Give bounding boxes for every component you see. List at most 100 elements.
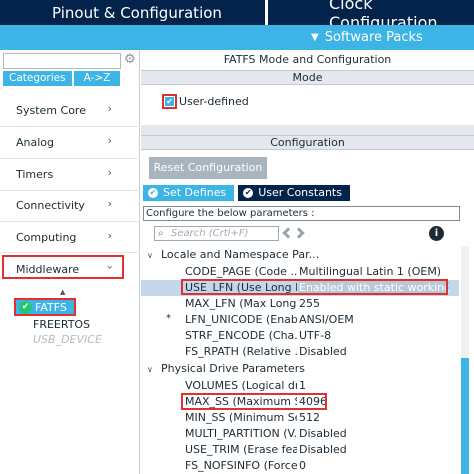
chevron-right-icon: › <box>107 134 112 147</box>
param-value: Multilingual Latin 1 (OEM) <box>299 265 442 278</box>
chevron-right-icon: › <box>107 166 112 179</box>
group-locale-namespace[interactable]: ∨ Locale and Namespace Par... <box>147 248 319 261</box>
use-lfn-highlight <box>181 279 448 295</box>
param-name: FS_RPATH (Relative ... <box>185 345 297 358</box>
search-icon: ⌕ <box>158 228 164 239</box>
chevron-down-icon: ∨ <box>147 251 153 260</box>
sidebar-item-label: Analog <box>16 135 55 149</box>
chevron-right-icon: › <box>107 197 112 210</box>
tab-pinout-label: Pinout & Configuration <box>52 3 222 22</box>
tab-pinout-configuration[interactable]: Pinout & Configuration <box>0 0 265 25</box>
param-value: 0 <box>299 459 306 472</box>
tab-label: Set Defines <box>163 186 227 199</box>
chevron-right-icon: › <box>107 102 112 115</box>
collapse-icon[interactable] <box>293 227 305 239</box>
param-name: LFN_UNICODE (Enabl... <box>185 313 297 326</box>
user-defined-highlight: ✔ <box>162 94 177 109</box>
param-row-use-trim[interactable]: USE_TRIM (Erase feat... Disabled <box>141 442 459 458</box>
param-value: 1 <box>299 379 306 392</box>
param-row-volumes[interactable]: VOLUMES (Logical dri... 1 <box>141 378 459 394</box>
max-ss-highlight <box>181 393 327 410</box>
chevron-down-icon: ▼ <box>311 32 319 43</box>
param-name: CODE_PAGE (Code ... <box>185 265 297 278</box>
configure-instructions: Configure the below parameters : <box>143 206 460 221</box>
param-value: ANSI/OEM <box>299 313 354 326</box>
divider <box>0 252 140 253</box>
param-row-strf-encode[interactable]: STRF_ENCODE (Cha... UTF-8 <box>141 328 459 344</box>
checkmark-icon: ✔ <box>243 188 254 198</box>
category-view-tabs: Categories A->Z <box>3 71 122 86</box>
param-value: Disabled <box>299 427 347 440</box>
sub-bar-left <box>0 25 265 50</box>
sidebar-item-computing[interactable]: Computing › <box>0 225 122 249</box>
sidebar-item-label: System Core <box>16 103 86 117</box>
tab-set-defines[interactable]: ✔ Set Defines <box>143 185 235 201</box>
chevron-down-icon: ∨ <box>147 365 153 374</box>
sidebar-item-system-core[interactable]: System Core › <box>0 98 122 122</box>
configuration-section-header: Configuration <box>141 135 474 150</box>
param-value: Disabled <box>299 443 347 456</box>
param-row-fs-rpath[interactable]: FS_RPATH (Relative ... Disabled <box>141 344 459 360</box>
group-physical-drive[interactable]: ∨ Physical Drive Parameters <box>147 362 305 375</box>
sidebar-item-connectivity[interactable]: Connectivity › <box>0 193 122 217</box>
gear-icon[interactable]: ⚙ <box>124 53 138 67</box>
parameter-search-input[interactable]: ⌕ Search (Crtl+F) <box>154 226 279 241</box>
param-name: MIN_SS (Minimum Sec... <box>185 411 297 424</box>
param-name: USE_TRIM (Erase feat... <box>185 443 297 456</box>
tab-label: User Constants <box>258 186 342 199</box>
mode-section-header: Mode <box>141 70 474 85</box>
divider <box>0 158 140 159</box>
param-row-code-page[interactable]: CODE_PAGE (Code ... Multilingual Latin 1… <box>141 264 459 280</box>
info-icon[interactable]: i <box>429 226 444 241</box>
middleware-item-freertos[interactable]: FREERTOS <box>33 318 90 331</box>
tab-divider <box>265 0 268 25</box>
software-packs-label: Software Packs <box>324 30 423 45</box>
category-search-input[interactable] <box>3 53 121 69</box>
parameter-tree: ∨ Locale and Namespace Par... CODE_PAGE (… <box>141 246 459 474</box>
user-defined-label: User-defined <box>179 95 249 108</box>
panel-title: FATFS Mode and Configuration <box>141 50 474 70</box>
param-value: 255 <box>299 297 320 310</box>
fatfs-config-panel: FATFS Mode and Configuration Mode ✔ User… <box>141 50 474 474</box>
sidebar-item-label: Timers <box>16 167 54 181</box>
tab-categories[interactable]: Categories <box>3 71 72 86</box>
group-label: Physical Drive Parameters <box>161 362 306 375</box>
middleware-item-label: FATFS <box>35 301 67 314</box>
tab-a-to-z[interactable]: A->Z <box>73 71 121 86</box>
param-row-min-ss[interactable]: MIN_SS (Minimum Sec... 512 <box>141 410 459 426</box>
middleware-item-fatfs[interactable]: ✔ FATFS <box>14 298 76 316</box>
divider <box>0 190 140 191</box>
checkmark-icon: ✔ <box>19 301 32 314</box>
param-row-lfn-unicode[interactable]: * LFN_UNICODE (Enabl... ANSI/OEM <box>141 312 459 328</box>
group-label: Locale and Namespace Par... <box>161 248 320 261</box>
software-packs-button[interactable]: ▼ Software Packs <box>265 25 474 50</box>
param-row-fs-nofsinfo[interactable]: FS_NOFSINFO (Force... 0 <box>141 458 459 474</box>
user-defined-checkbox[interactable]: ✔ <box>165 97 174 106</box>
expand-icon[interactable] <box>282 227 294 239</box>
search-placeholder: Search (Crtl+F) <box>171 228 249 239</box>
middleware-highlight <box>2 255 124 279</box>
param-name: MAX_LFN (Max Long ... <box>185 297 297 310</box>
sidebar-item-analog[interactable]: Analog › <box>0 130 122 154</box>
param-name: VOLUMES (Logical dri... <box>185 379 297 392</box>
tab-user-constants[interactable]: ✔ User Constants <box>238 185 350 201</box>
divider <box>0 221 140 222</box>
tab-clock-configuration[interactable]: Clock Configuration <box>265 0 474 32</box>
param-value: Disabled <box>299 345 347 358</box>
param-row-max-lfn[interactable]: MAX_LFN (Max Long ... 255 <box>141 296 459 312</box>
parameter-scrollbar-thumb[interactable] <box>461 358 469 474</box>
sidebar-item-timers[interactable]: Timers › <box>0 162 122 186</box>
sidebar-item-label: Computing <box>16 230 77 244</box>
param-value: 512 <box>299 411 320 424</box>
config-subtabs: ✔ Set Defines ✔ User Constants <box>143 185 350 201</box>
param-value: UTF-8 <box>299 329 332 342</box>
param-name: FS_NOFSINFO (Force... <box>185 459 297 472</box>
checkmark-icon: ✔ <box>148 188 158 198</box>
param-name: MULTI_PARTITION (V... <box>185 427 297 440</box>
param-row-multi-partition[interactable]: MULTI_PARTITION (V... Disabled <box>141 426 459 442</box>
sort-up-icon: ▲ <box>60 288 66 296</box>
middleware-item-usb-device: USB_DEVICE <box>33 333 102 346</box>
sidebar-item-label: Connectivity <box>16 198 85 212</box>
reset-configuration-button[interactable]: Reset Configuration <box>149 157 267 179</box>
chevron-right-icon: › <box>107 229 112 242</box>
